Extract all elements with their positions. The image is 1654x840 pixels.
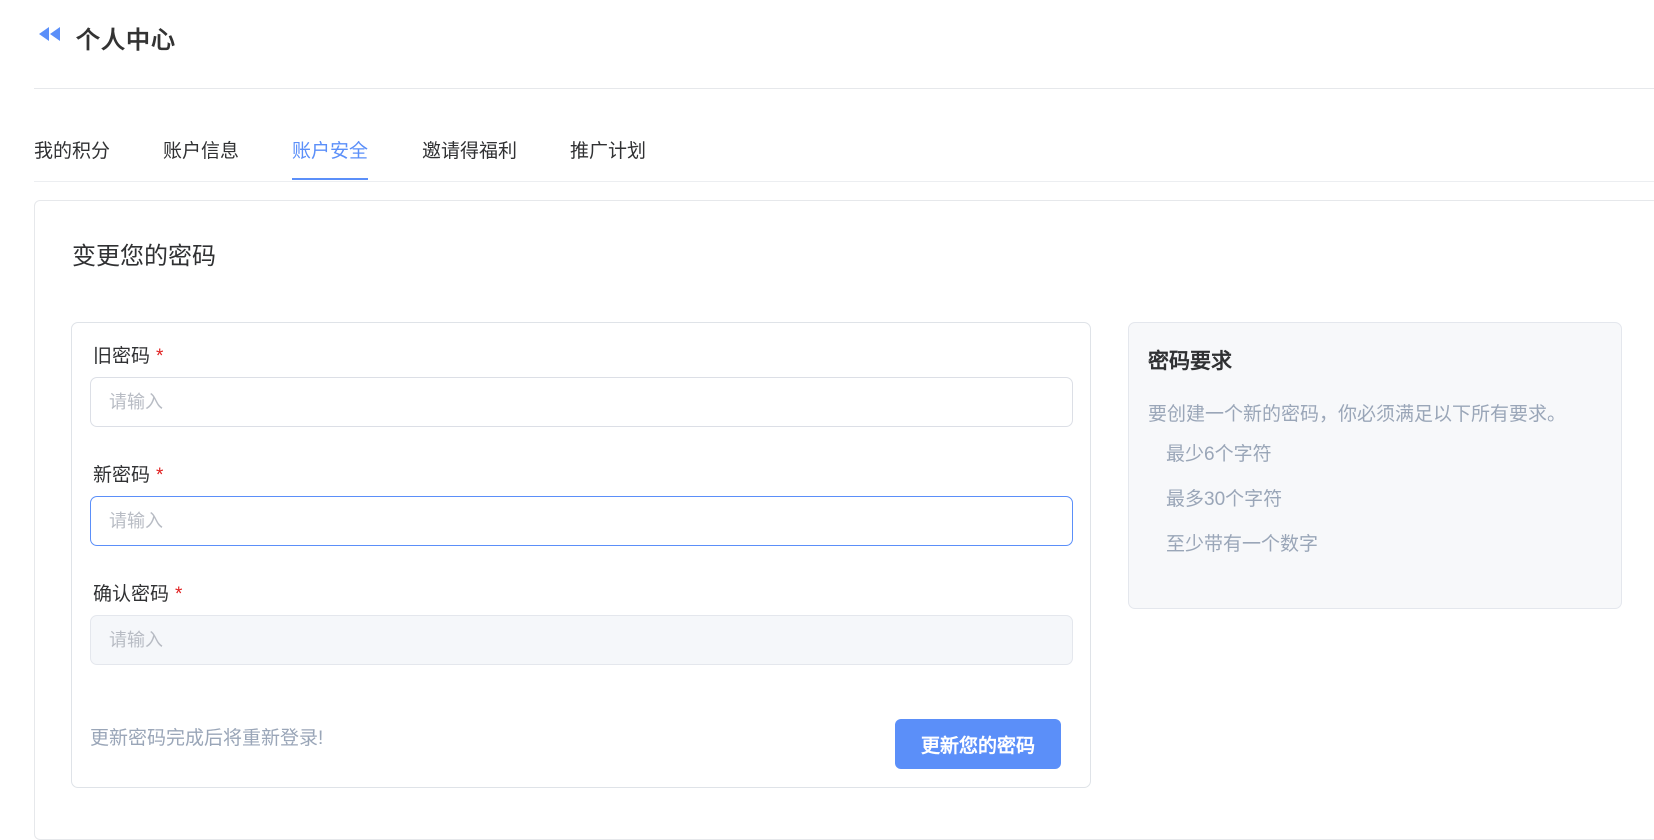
required-mark: * xyxy=(156,346,164,367)
requirement-item: 最少6个字符 xyxy=(1166,444,1272,465)
required-mark: * xyxy=(175,584,183,605)
required-mark: * xyxy=(156,465,164,486)
requirements-title: 密码要求 xyxy=(1148,350,1232,373)
new-password-input[interactable] xyxy=(90,496,1073,546)
tab-bar: 我的积分 账户信息 账户安全 邀请得福利 推广计划 xyxy=(34,118,1654,182)
old-password-label: 旧密码 * xyxy=(93,346,164,367)
page-title: 个人中心 xyxy=(76,27,176,54)
confirm-password-label: 确认密码 * xyxy=(93,584,183,605)
tab-invite-rewards[interactable]: 邀请得福利 xyxy=(422,136,517,180)
update-password-button[interactable]: 更新您的密码 xyxy=(895,719,1061,769)
requirements-description: 要创建一个新的密码，你必须满足以下所有要求。 xyxy=(1148,404,1567,425)
tab-promotion-plan[interactable]: 推广计划 xyxy=(570,136,646,180)
new-password-label: 新密码 * xyxy=(93,465,164,486)
requirement-item: 最多30个字符 xyxy=(1166,489,1283,510)
tab-account-security[interactable]: 账户安全 xyxy=(292,136,369,180)
password-form: 旧密码 * 新密码 * 确认密码 * 更新密码完成后将重新登录! 更新您的密码 xyxy=(71,322,1091,788)
password-requirements-panel: 密码要求 要创建一个新的密码，你必须满足以下所有要求。 最少6个字符 最多30个… xyxy=(1128,322,1622,609)
section-title: 变更您的密码 xyxy=(72,243,216,270)
security-card: 变更您的密码 旧密码 * 新密码 * 确认密码 * 更新密码完成后将重新登录! 更新您… xyxy=(34,200,1654,840)
requirements-list: 最少6个字符 最多30个字符 至少带有一个数字 xyxy=(1166,443,1318,578)
tab-my-points[interactable]: 我的积分 xyxy=(34,136,110,180)
confirm-password-input[interactable] xyxy=(90,615,1073,665)
old-password-input[interactable] xyxy=(90,377,1073,427)
header: 个人中心 xyxy=(34,0,1654,89)
requirement-item: 至少带有一个数字 xyxy=(1166,534,1319,555)
tab-account-info[interactable]: 账户信息 xyxy=(163,136,239,180)
relogin-note: 更新密码完成后将重新登录! xyxy=(90,728,324,749)
double-chevron-left-icon[interactable] xyxy=(39,27,61,41)
